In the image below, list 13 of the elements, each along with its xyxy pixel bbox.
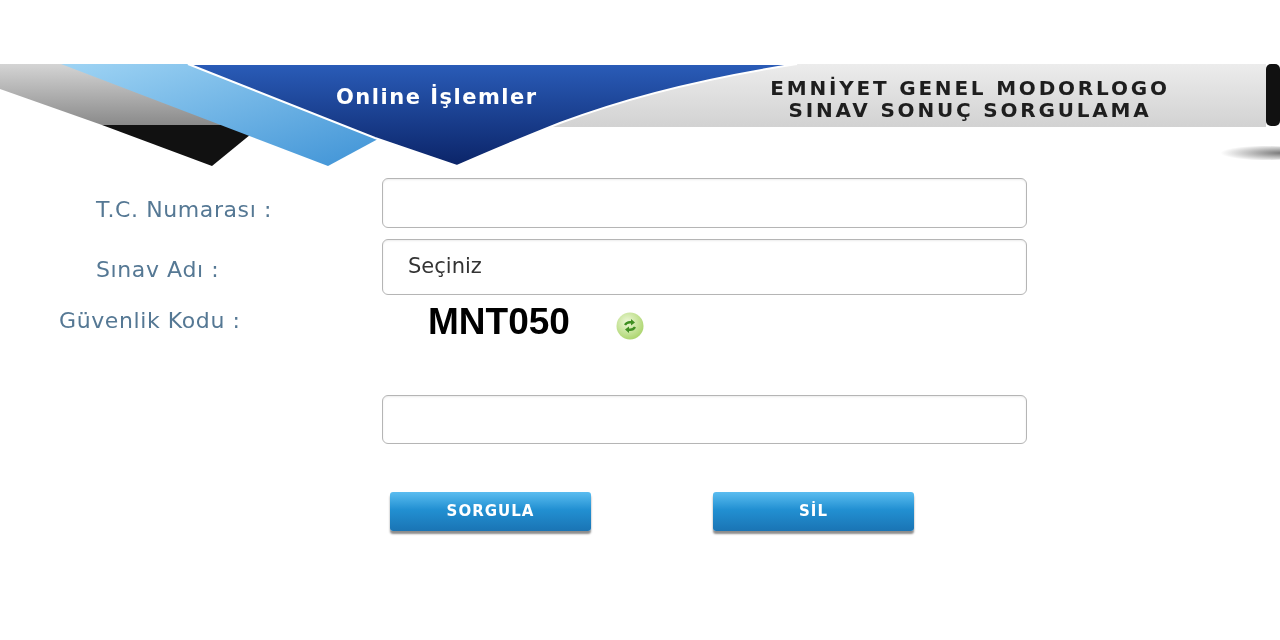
banner-heading: SINAV SONUÇ SORGULAMA — [788, 99, 1152, 121]
field-label: T.C. Numarası : — [96, 197, 272, 222]
form-button[interactable]: SİL — [713, 492, 914, 531]
field-label: Sınav Adı : — [96, 257, 220, 282]
input-field[interactable] — [382, 178, 1027, 228]
banner-heading: EMNİYET GENEL MODORLOGO — [770, 77, 1170, 99]
banner-title: Online İşlemler — [336, 85, 538, 109]
form-button[interactable]: SORGULA — [390, 492, 591, 531]
captcha-code: MNT050 — [428, 303, 570, 341]
field-label: Güvenlik Kodu : — [59, 308, 241, 333]
refresh-icon[interactable] — [615, 312, 644, 340]
select-field[interactable]: Seçiniz — [382, 239, 1027, 295]
input-field[interactable] — [382, 395, 1027, 444]
